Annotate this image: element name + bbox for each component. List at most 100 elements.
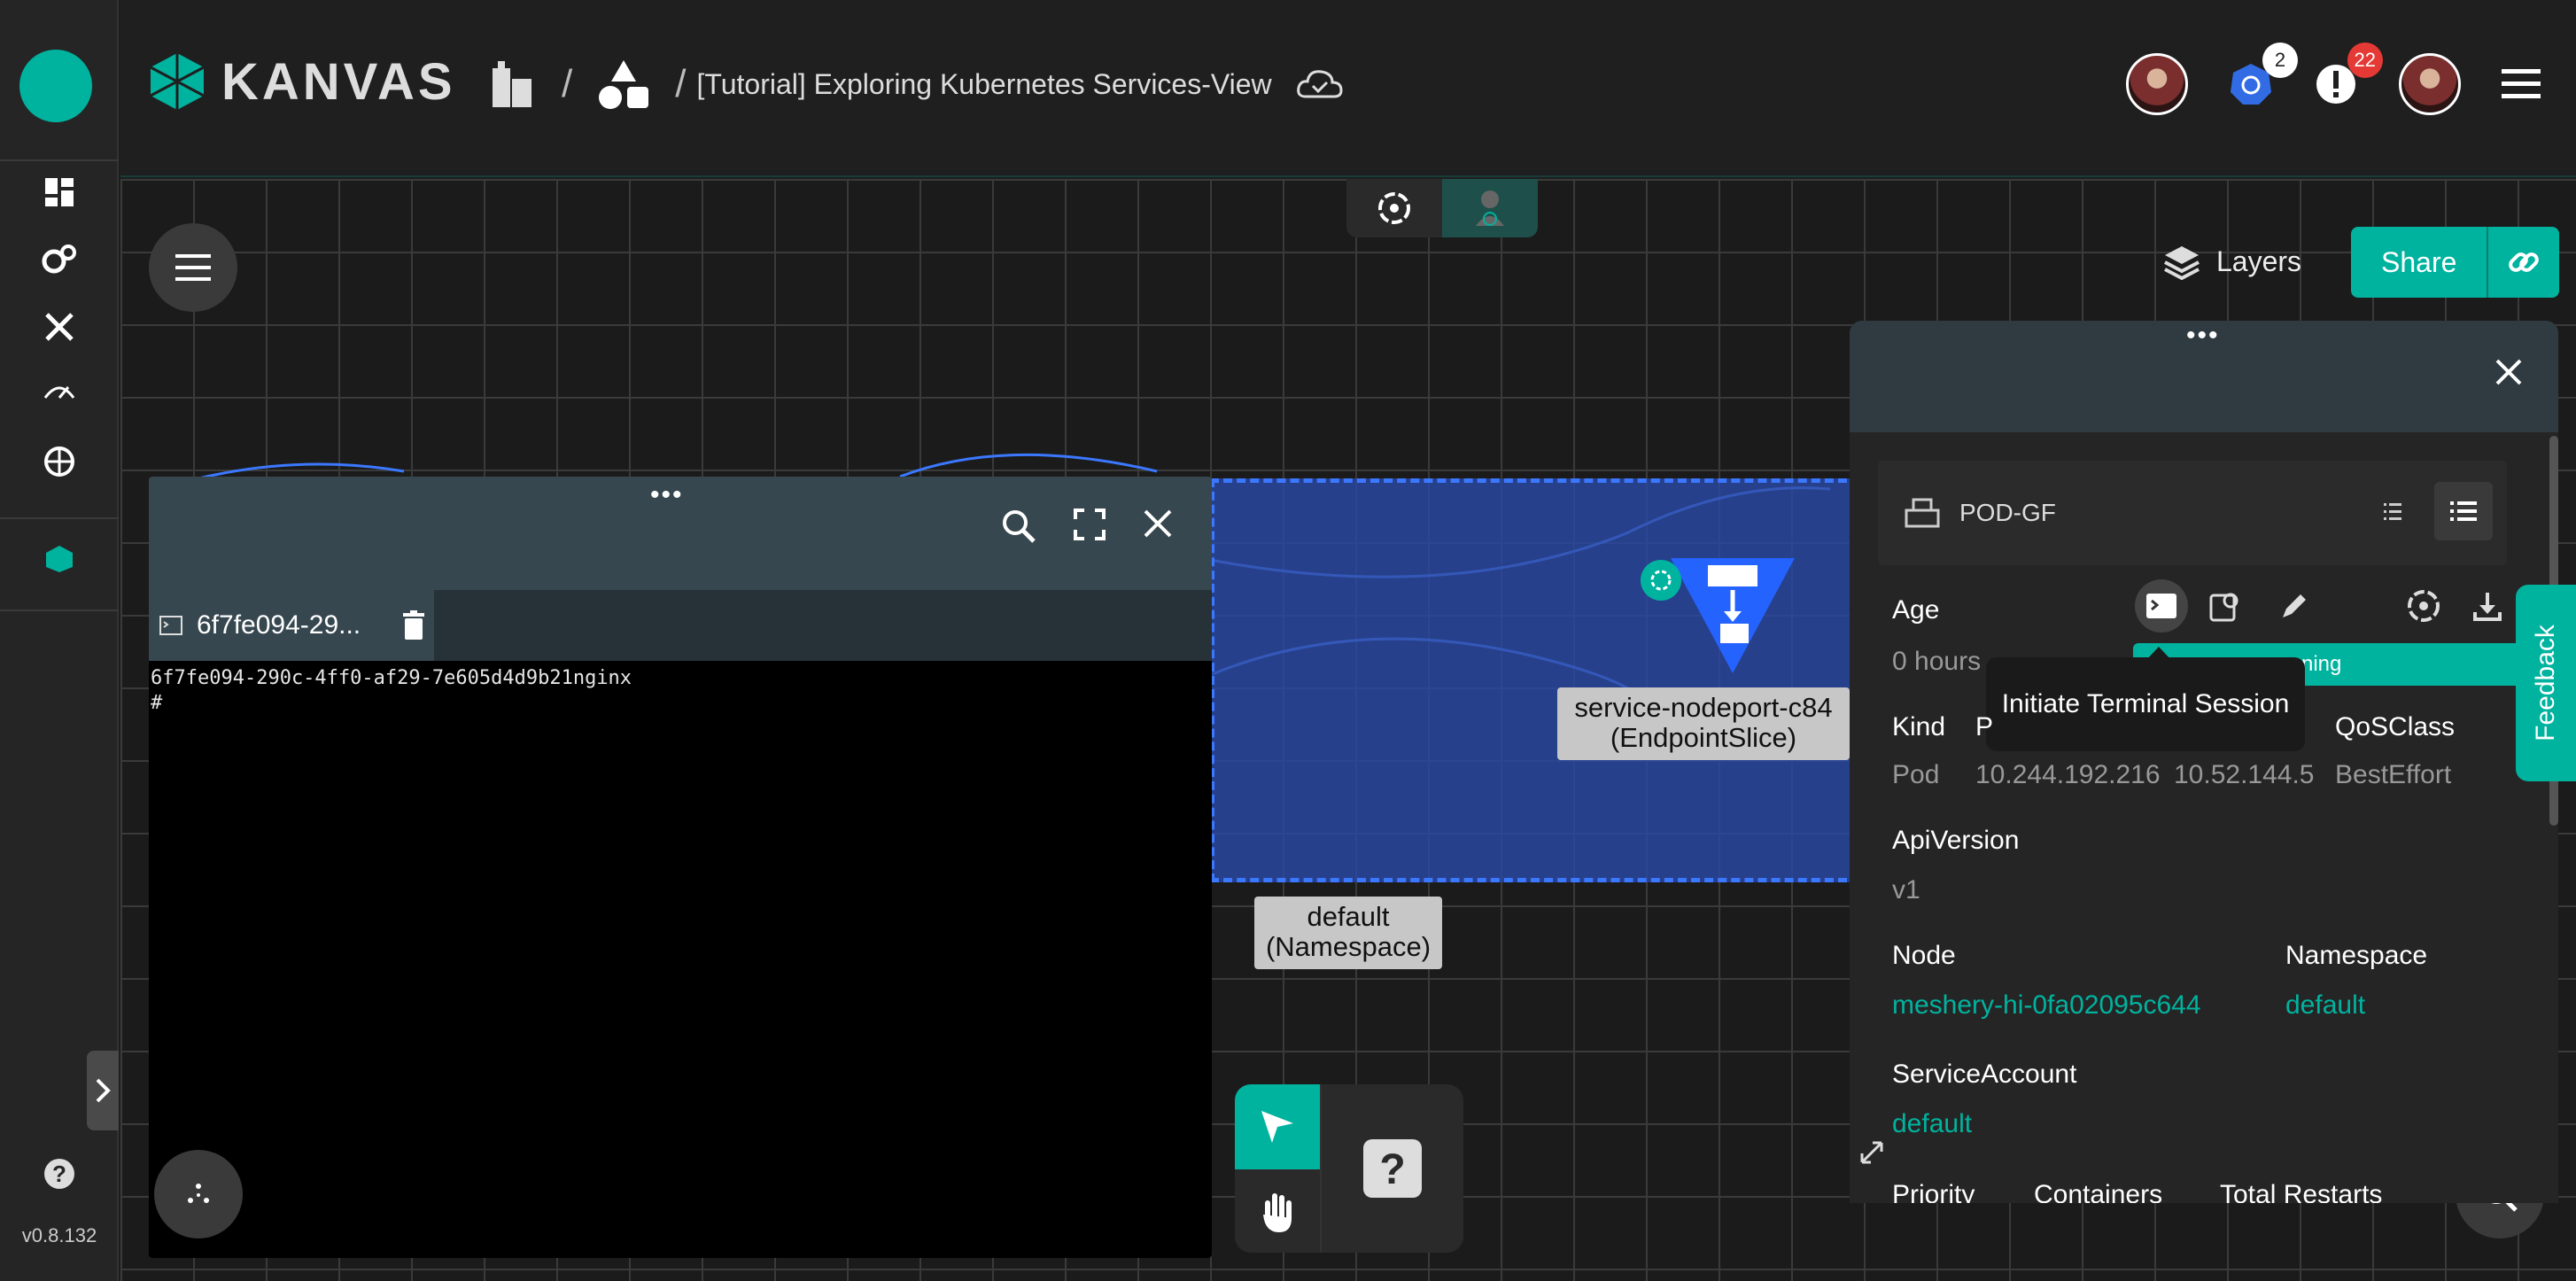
meshery-icon xyxy=(2408,590,2440,622)
close-icon[interactable] xyxy=(2495,358,2523,386)
cloud-saved-icon xyxy=(1296,70,1343,98)
top-bar: KANVAS / / [Tutorial] Exploring Kubernet… xyxy=(120,0,2576,177)
left-rail: ? v0.8.132 xyxy=(0,0,119,1281)
kanvas-logo-icon xyxy=(150,53,205,110)
terminal-header[interactable]: ••• xyxy=(149,477,1212,590)
apiversion-value: v1 xyxy=(1892,875,1920,904)
terminal-tab-bar: 6f7fe094-29... xyxy=(149,590,1212,661)
pointer-icon xyxy=(1261,1111,1293,1143)
view-logs-button[interactable] xyxy=(2202,583,2248,629)
organization-icon[interactable] xyxy=(487,59,537,109)
terminal-window: ••• 6f7fe094-29... 6f7fe094-290c-4ff0-af… xyxy=(149,477,1212,1258)
terminal-output[interactable]: 6f7fe094-290c-4ff0-af29-7e605d4d9b21ngin… xyxy=(149,661,1212,721)
question-icon: ? xyxy=(1363,1139,1422,1198)
collaborator-avatar[interactable] xyxy=(2126,53,2188,115)
rail-divider xyxy=(0,609,119,611)
terminal-icon xyxy=(159,616,182,635)
design-canvas[interactable]: Layers Share service-nodeport-c84 (Endpo… xyxy=(120,179,2576,1281)
endpointslice-label: service-nodeport-c84 (EndpointSlice) xyxy=(1557,687,1850,760)
fullscreen-icon[interactable] xyxy=(1074,509,1106,540)
kind-value: Pod xyxy=(1892,760,1940,789)
alerts-count-badge: 22 xyxy=(2347,43,2383,78)
containers-label: Containers xyxy=(2034,1180,2163,1203)
serviceaccount-label: ServiceAccount xyxy=(1892,1060,2077,1089)
list-view-button[interactable] xyxy=(2434,482,2493,540)
age-label: Age xyxy=(1892,595,1940,625)
meshery-action-button[interactable] xyxy=(2401,583,2447,629)
pod-ip-label: P xyxy=(1975,712,1994,741)
kanvas-extension-icon[interactable] xyxy=(41,540,78,578)
kubernetes-contexts-button[interactable]: 2 xyxy=(2229,43,2298,106)
apiversion-label: ApiVersion xyxy=(1892,826,2020,855)
total-restarts-label: Total Restarts xyxy=(2220,1180,2383,1203)
k8s-count-badge: 2 xyxy=(2262,43,2298,78)
qosclass-value: BestEffort xyxy=(2335,760,2452,789)
terminal-session-button[interactable] xyxy=(2135,579,2188,633)
drag-handle-icon[interactable]: ••• xyxy=(650,480,684,510)
hand-icon xyxy=(1263,1193,1292,1232)
delete-icon[interactable] xyxy=(401,610,426,640)
meshery-logo-icon[interactable] xyxy=(19,50,92,122)
expand-rail-button[interactable] xyxy=(87,1051,119,1130)
pan-tool-button[interactable] xyxy=(1235,1169,1320,1253)
hamburger-menu-icon[interactable] xyxy=(2502,69,2541,99)
user-avatar[interactable] xyxy=(2399,53,2461,115)
list-compact-icon xyxy=(2384,503,2401,520)
terminal-tab-label: 6f7fe094-29... xyxy=(197,610,361,640)
notifications-button[interactable]: 22 xyxy=(2314,43,2383,106)
node-label: Node xyxy=(1892,941,1956,970)
terminal-line: 6f7fe094-290c-4ff0-af29-7e605d4d9b21ngin… xyxy=(151,667,632,689)
namespace-label: Namespace xyxy=(2285,941,2428,970)
performance-icon[interactable] xyxy=(41,372,78,409)
workspace-shapes-icon[interactable] xyxy=(597,58,650,110)
tooltip-arrow xyxy=(2145,647,2172,661)
logs-icon xyxy=(2209,593,2238,622)
dashboard-icon[interactable] xyxy=(41,174,78,211)
drag-handle-icon[interactable]: ••• xyxy=(2186,321,2220,351)
resource-name: POD-GF xyxy=(1959,499,2056,526)
namespace-kind: (Namespace) xyxy=(1265,931,1432,962)
layout-options-button[interactable] xyxy=(154,1150,243,1238)
close-icon[interactable] xyxy=(1143,509,1173,539)
terminal-tab[interactable]: 6f7fe094-29... xyxy=(149,590,434,661)
feedback-button[interactable]: Feedback xyxy=(2516,585,2576,781)
resize-icon[interactable] xyxy=(1858,1139,1885,1166)
design-title[interactable]: [Tutorial] Exploring Kubernetes Services… xyxy=(696,68,1271,101)
terminal-icon xyxy=(2146,594,2176,618)
terminal-tooltip: Initiate Terminal Session xyxy=(1986,657,2305,751)
breadcrumb-separator: / xyxy=(562,62,573,105)
canvas-tool-selector: ? xyxy=(1235,1084,1463,1253)
host-ip-value: 10.52.144.5 xyxy=(2174,760,2315,789)
top-right-controls: 2 22 xyxy=(2126,43,2541,115)
search-icon[interactable] xyxy=(1001,509,1036,544)
app-version: v0.8.132 xyxy=(21,1224,97,1246)
download-button[interactable] xyxy=(2464,583,2510,629)
help-tool-button[interactable]: ? xyxy=(1320,1084,1463,1253)
kind-label: Kind xyxy=(1892,712,1946,741)
breadcrumb: / / [Tutorial] Exploring Kubernetes Serv… xyxy=(487,58,1343,110)
tools-icon[interactable] xyxy=(41,308,78,345)
panel-header[interactable]: ••• xyxy=(1850,321,2558,432)
serviceaccount-link[interactable]: default xyxy=(1892,1109,1972,1139)
settings-gears-icon[interactable] xyxy=(41,241,78,278)
node-link[interactable]: meshery-hi-0fa02095c644 xyxy=(1892,990,2201,1021)
rail-divider xyxy=(0,159,119,161)
rail-divider xyxy=(0,517,119,519)
kanvas-brand[interactable]: KANVAS xyxy=(147,51,456,112)
namespace-name: default xyxy=(1307,901,1390,932)
age-value: 0 hours xyxy=(1892,647,1982,676)
pointer-tool-button[interactable] xyxy=(1235,1084,1320,1169)
priority-label: Priority xyxy=(1892,1180,1975,1203)
compact-view-button[interactable] xyxy=(2363,482,2422,540)
svg-text:?: ? xyxy=(52,1161,66,1187)
endpointslice-node[interactable] xyxy=(1662,540,1804,687)
pod-ip-value: 10.244.192.216 xyxy=(1975,760,2161,789)
extensions-icon[interactable] xyxy=(41,443,78,480)
help-icon[interactable]: ? xyxy=(41,1155,78,1192)
resource-header: POD-GF xyxy=(1878,461,2507,565)
node-status-icon xyxy=(1641,560,1681,601)
namespace-link[interactable]: default xyxy=(2285,990,2365,1021)
endpointslice-name: service-nodeport-c84 xyxy=(1574,692,1833,723)
edit-button[interactable] xyxy=(2271,583,2317,629)
brand-name: KANVAS xyxy=(221,52,456,111)
